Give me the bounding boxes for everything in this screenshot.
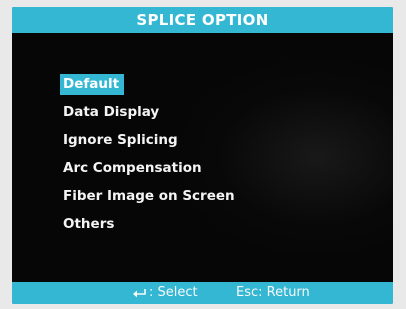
title-bar: SPLICE OPTION bbox=[12, 7, 393, 33]
select-hint[interactable]: : Select bbox=[132, 282, 198, 304]
device-bezel: SPLICE OPTION Default Data Display Ignor… bbox=[0, 0, 406, 309]
menu-item-label: Others bbox=[63, 216, 115, 232]
menu-item-label: Arc Compensation bbox=[63, 160, 202, 176]
lcd-screen: SPLICE OPTION Default Data Display Ignor… bbox=[12, 7, 393, 304]
enter-key-icon bbox=[133, 289, 146, 298]
splice-option-menu: Default Data Display Ignore Splicing Arc… bbox=[60, 71, 360, 239]
page-title: SPLICE OPTION bbox=[136, 11, 269, 29]
return-hint-label: Esc: Return bbox=[236, 285, 310, 300]
menu-item-label: Data Display bbox=[63, 104, 160, 120]
return-hint[interactable]: Esc: Return bbox=[236, 282, 310, 304]
menu-item-label: Default bbox=[60, 74, 125, 95]
select-hint-label: : Select bbox=[149, 285, 198, 300]
menu-item-ignore-splicing[interactable]: Ignore Splicing bbox=[60, 127, 360, 153]
menu-item-default[interactable]: Default bbox=[60, 71, 360, 97]
menu-item-label: Fiber Image on Screen bbox=[63, 188, 235, 204]
menu-item-fiber-image-on-screen[interactable]: Fiber Image on Screen bbox=[60, 183, 360, 209]
footer-bar: : Select Esc: Return bbox=[12, 282, 393, 304]
menu-item-label: Ignore Splicing bbox=[63, 132, 178, 148]
menu-item-arc-compensation[interactable]: Arc Compensation bbox=[60, 155, 360, 181]
menu-item-data-display[interactable]: Data Display bbox=[60, 99, 360, 125]
menu-item-others[interactable]: Others bbox=[60, 211, 360, 237]
